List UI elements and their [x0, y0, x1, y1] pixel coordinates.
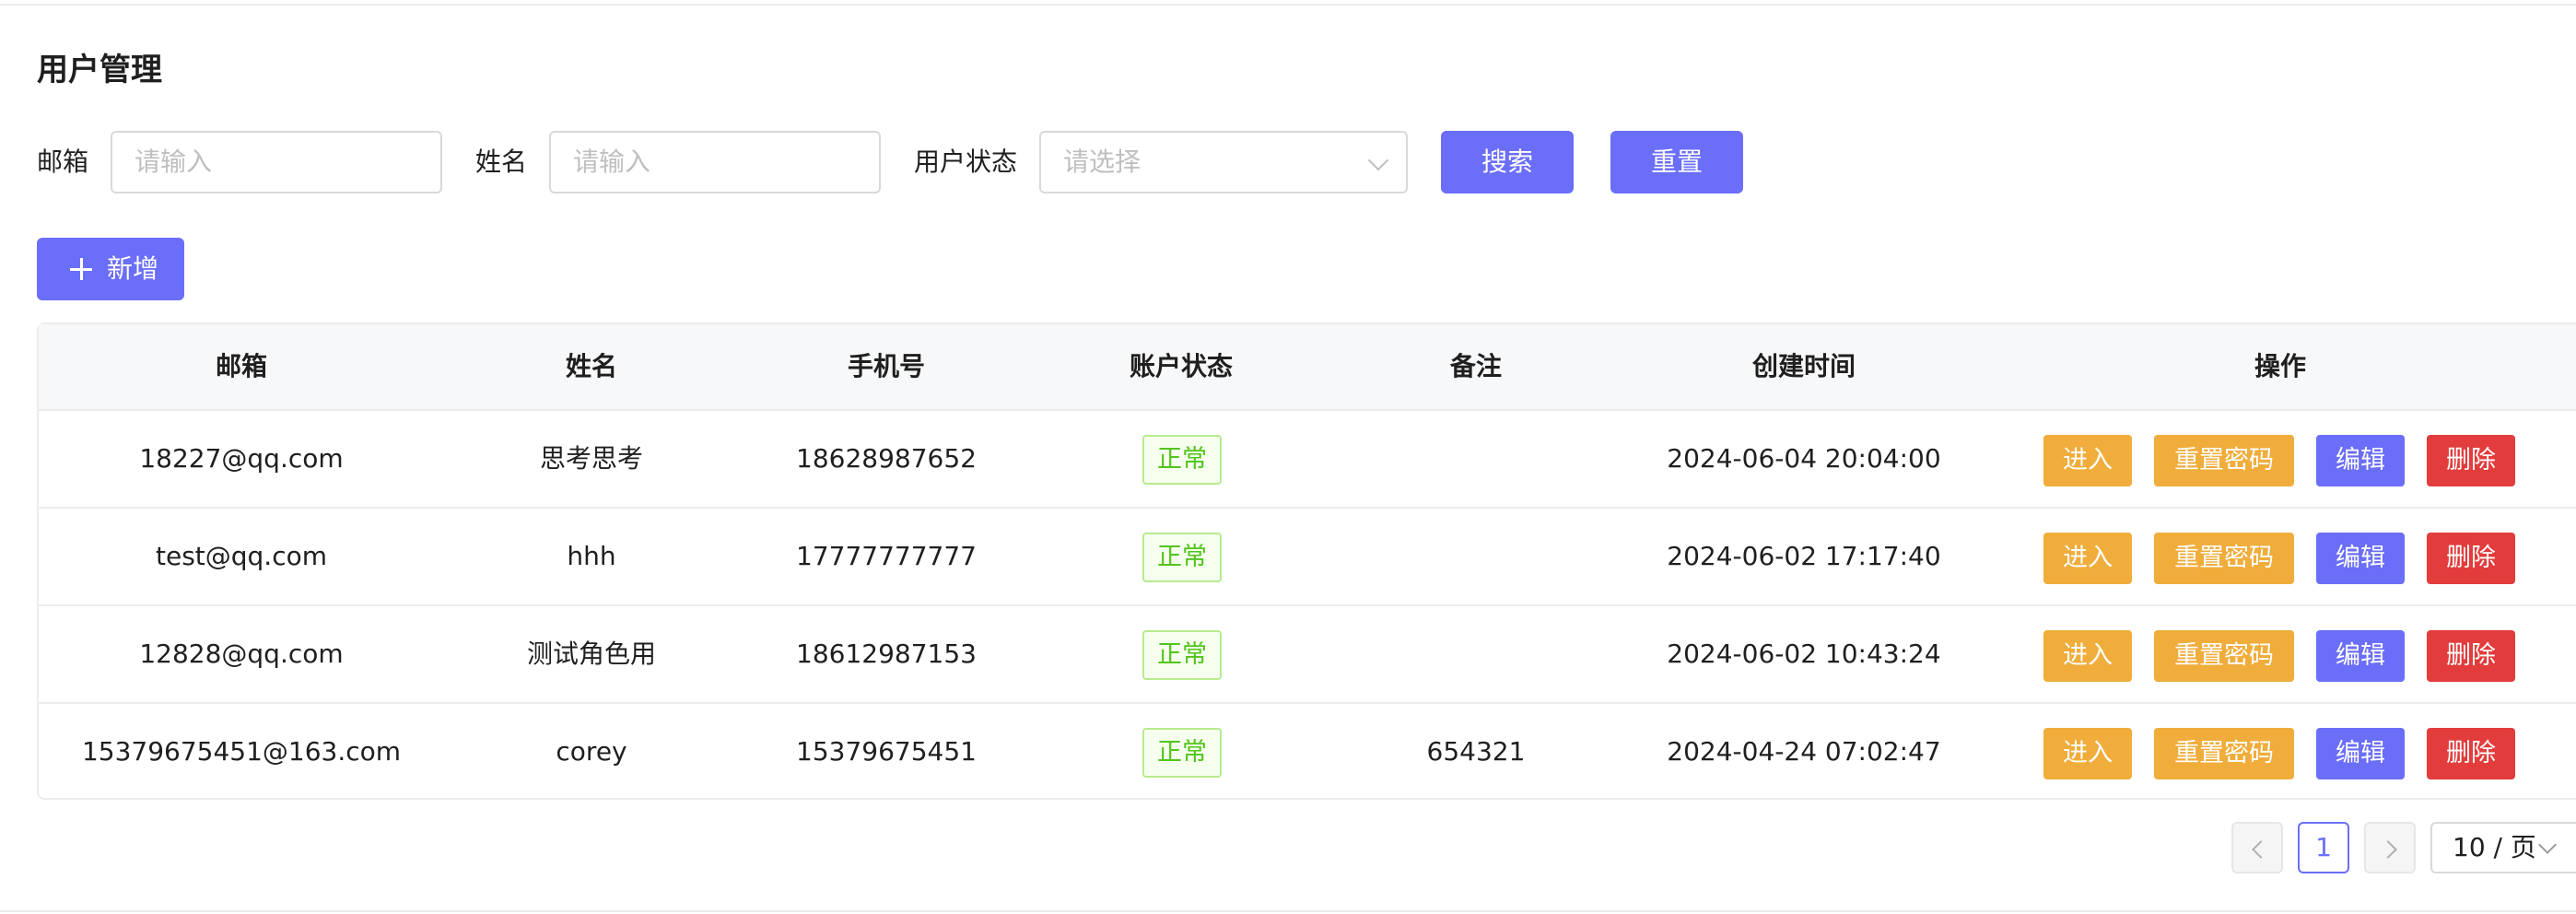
cell-name: hhh — [567, 541, 616, 571]
delete-button[interactable]: 删除 — [2427, 728, 2515, 779]
delete-button[interactable]: 删除 — [2427, 630, 2515, 682]
reset-password-button[interactable]: 重置密码 — [2154, 533, 2294, 584]
column-header-actions: 操作 — [2254, 351, 2306, 381]
edit-button[interactable]: 编辑 — [2316, 533, 2405, 584]
cell-email: 12828@qq.com — [139, 639, 344, 669]
cell-created: 2024-06-02 10:43:24 — [1667, 639, 1941, 669]
status-badge: 正常 — [1142, 533, 1222, 582]
status-filter-select[interactable]: 请选择 — [1039, 131, 1408, 193]
status-badge: 正常 — [1142, 630, 1222, 680]
status-select-placeholder: 请选择 — [1063, 146, 1142, 177]
chevron-down-icon — [1367, 149, 1389, 171]
delete-button[interactable]: 删除 — [2427, 435, 2515, 486]
table-row: 12828@qq.com 测试角色用 18612987153 正常 2024-0… — [39, 606, 2576, 704]
prev-page-button[interactable] — [2231, 822, 2283, 873]
search-button[interactable]: 搜索 — [1441, 131, 1574, 193]
email-filter-input[interactable]: 请输入 — [111, 131, 442, 193]
status-filter-label: 用户状态 — [914, 146, 1018, 177]
edit-button[interactable]: 编辑 — [2316, 630, 2405, 682]
table-row: 15379675451@163.com corey 15379675451 正常… — [39, 704, 2576, 802]
table-header: 邮箱 姓名 手机号 账户状态 备注 创建时间 操作 — [39, 324, 2576, 411]
chevron-down-icon — [2538, 836, 2557, 854]
cell-name: 测试角色用 — [526, 639, 656, 669]
enter-button[interactable]: 进入 — [2043, 728, 2132, 779]
page-title: 用户管理 — [37, 52, 162, 88]
enter-button[interactable]: 进入 — [2043, 630, 2132, 682]
reset-password-button[interactable]: 重置密码 — [2154, 728, 2294, 779]
column-header-remark: 备注 — [1449, 351, 1502, 381]
plus-icon — [70, 258, 92, 280]
chevron-right-icon — [2379, 840, 2397, 859]
column-header-created: 创建时间 — [1751, 351, 1856, 381]
column-header-phone: 手机号 — [847, 351, 925, 381]
chevron-left-icon — [2252, 840, 2270, 859]
bottom-divider — [0, 910, 2576, 912]
reset-password-button[interactable]: 重置密码 — [2154, 435, 2294, 486]
page-1-button[interactable]: 1 — [2298, 822, 2349, 873]
email-filter-label: 邮箱 — [37, 146, 89, 177]
cell-email: test@qq.com — [155, 541, 328, 571]
enter-button[interactable]: 进入 — [2043, 533, 2132, 584]
reset-button[interactable]: 重置 — [1610, 131, 1743, 193]
enter-button[interactable]: 进入 — [2043, 435, 2132, 486]
user-table: 邮箱 姓名 手机号 账户状态 备注 创建时间 操作 18227@qq.com 思… — [37, 322, 2576, 800]
edit-button[interactable]: 编辑 — [2316, 435, 2405, 486]
cell-created: 2024-04-24 07:02:47 — [1667, 736, 1941, 767]
cell-email: 15379675451@163.com — [81, 736, 402, 767]
page-size-select[interactable]: 10 / 页 — [2430, 822, 2576, 873]
edit-button[interactable]: 编辑 — [2316, 728, 2405, 779]
column-header-email: 邮箱 — [215, 351, 267, 381]
reset-password-button[interactable]: 重置密码 — [2154, 630, 2294, 682]
status-badge: 正常 — [1142, 435, 1222, 485]
top-divider — [0, 0, 2576, 6]
name-filter-label: 姓名 — [475, 146, 528, 177]
table-row: 18227@qq.com 思考思考 18628987652 正常 2024-06… — [39, 411, 2576, 509]
cell-phone: 18628987652 — [796, 443, 977, 474]
cell-phone: 15379675451 — [796, 736, 977, 767]
delete-button[interactable]: 删除 — [2427, 533, 2515, 584]
table-row: test@qq.com hhh 17777777777 正常 2024-06-0… — [39, 509, 2576, 606]
cell-created: 2024-06-02 17:17:40 — [1667, 541, 1941, 571]
cell-remark: 654321 — [1426, 736, 1526, 767]
page-size-value: 10 / 页 — [2453, 832, 2536, 862]
next-page-button[interactable] — [2364, 822, 2416, 873]
add-button-label: 新增 — [107, 253, 159, 284]
column-header-status: 账户状态 — [1129, 351, 1233, 381]
cell-created: 2024-06-04 20:04:00 — [1667, 443, 1941, 474]
cell-phone: 17777777777 — [796, 541, 977, 571]
cell-name: corey — [556, 736, 627, 767]
cell-email: 18227@qq.com — [139, 443, 344, 474]
cell-name: 思考思考 — [539, 443, 643, 474]
add-user-button[interactable]: 新增 — [37, 238, 184, 300]
column-header-name: 姓名 — [565, 351, 617, 381]
status-badge: 正常 — [1142, 728, 1222, 778]
name-filter-input[interactable]: 请输入 — [549, 131, 881, 193]
cell-phone: 18612987153 — [796, 639, 977, 669]
